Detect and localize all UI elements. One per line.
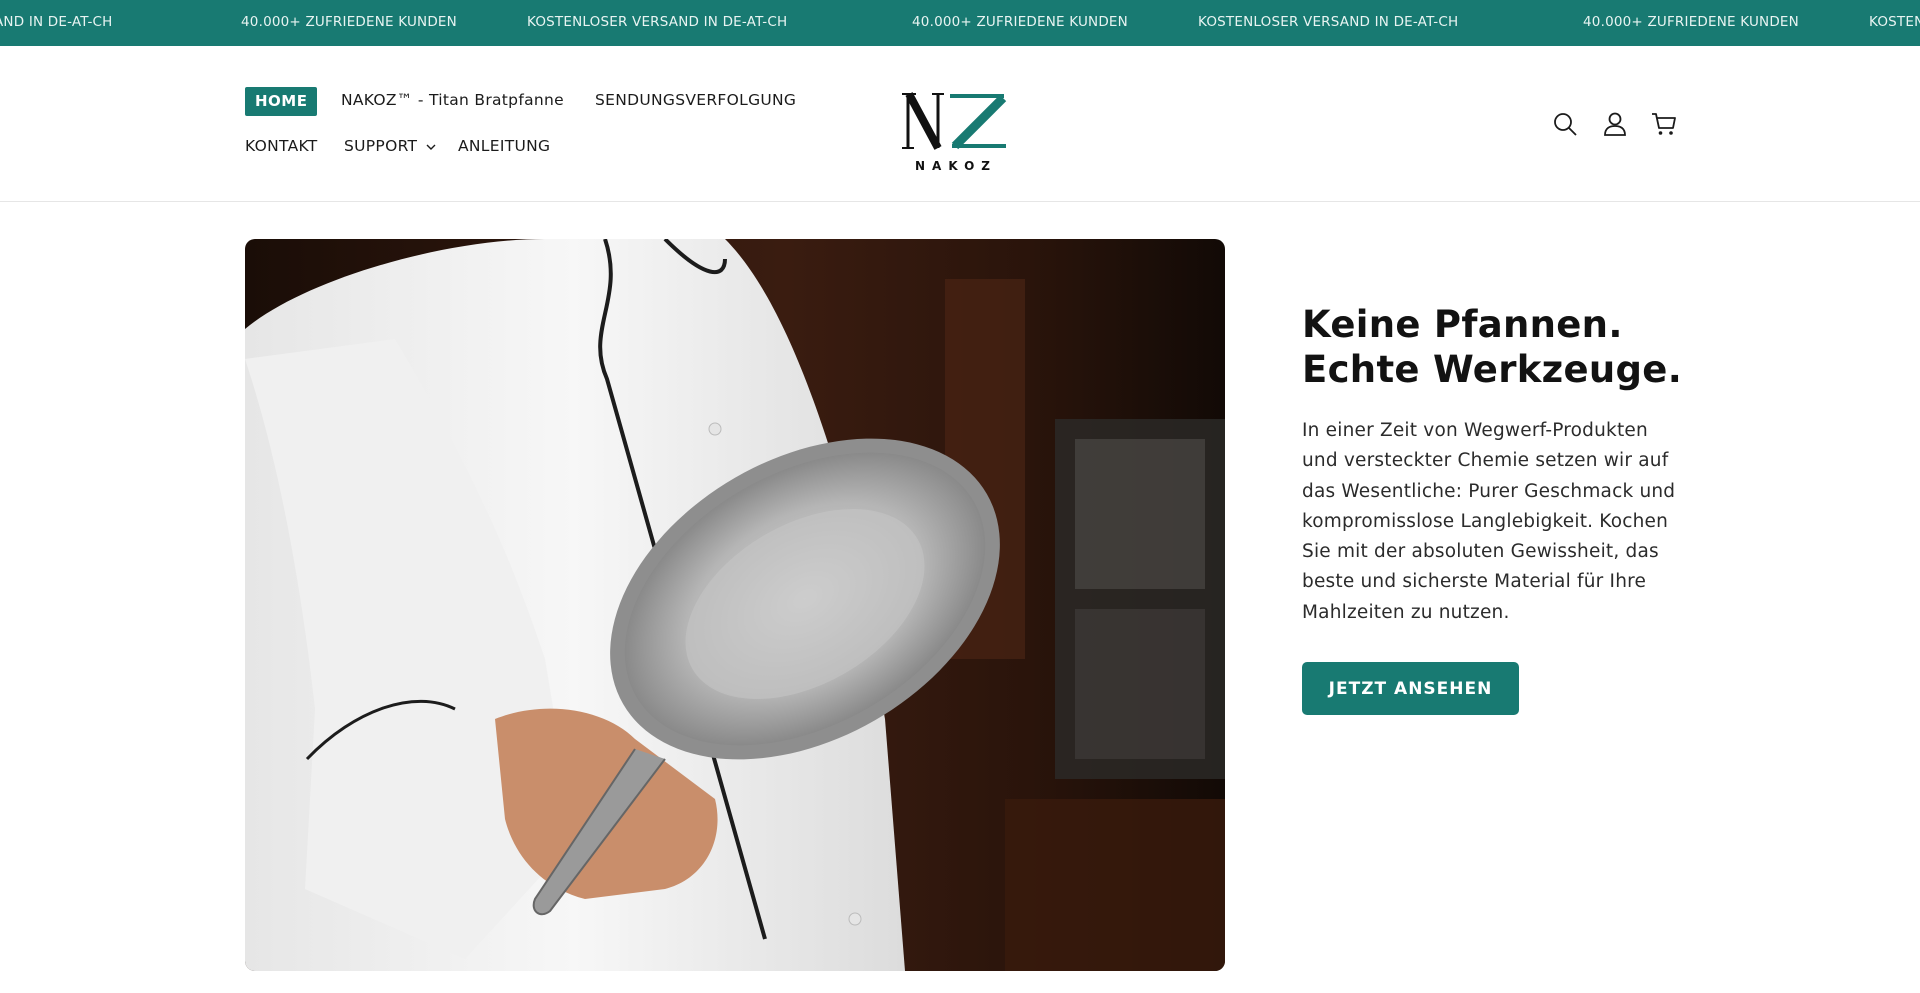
announcement-item: KOSTENLOSER VERSAND IN DE-AT-CH <box>1198 14 1459 30</box>
announcement-item: 40.000+ ZUFRIEDENE KUNDEN <box>241 14 457 30</box>
nav-guide[interactable]: ANLEITUNG <box>458 137 550 155</box>
nav-support[interactable]: SUPPORT <box>344 137 417 155</box>
brand-logo[interactable]: NAKOZ <box>900 84 1015 176</box>
chevron-down-icon[interactable] <box>424 140 438 154</box>
nav-support-label: SUPPORT <box>344 137 418 155</box>
announcement-item: KOSTENLOSER VERSAND IN DE-AT-CH <box>527 14 788 30</box>
nav-contact[interactable]: KONTAKT <box>245 137 318 155</box>
announcement-item: KOSTEN <box>1869 14 1920 30</box>
cart-icon[interactable] <box>1650 110 1678 138</box>
announcement-item: 40.000+ ZUFRIEDENE KUNDEN <box>912 14 1128 30</box>
nav-tracking[interactable]: SENDUNGSVERFOLGUNG <box>595 91 796 109</box>
account-icon[interactable] <box>1601 110 1629 138</box>
nav-product[interactable]: NAKOZ™ - Titan Bratpfanne <box>341 91 564 109</box>
announcement-item: AND IN DE-AT-CH <box>0 14 113 30</box>
logo-mark <box>902 92 1007 150</box>
hero-description: In einer Zeit von Wegwerf-Produkten und … <box>1302 420 1676 623</box>
hero-image <box>245 239 1225 971</box>
logo-wordmark: NAKOZ <box>915 159 997 173</box>
announcement-item: 40.000+ ZUFRIEDENE KUNDEN <box>1583 14 1799 30</box>
search-icon[interactable] <box>1551 110 1579 138</box>
hero-photo <box>245 239 1225 971</box>
cta-button[interactable]: JETZT ANSEHEN <box>1302 662 1519 715</box>
announcement-bar: AND IN DE-AT-CH 40.000+ ZUFRIEDENE KUNDE… <box>0 0 1920 46</box>
site-header: HOME NAKOZ™ - Titan Bratpfanne SENDUNGSV… <box>0 46 1920 202</box>
hero-title: Keine Pfannen. Echte Werkzeuge. <box>1302 303 1683 391</box>
nav-home[interactable]: HOME <box>245 87 318 116</box>
